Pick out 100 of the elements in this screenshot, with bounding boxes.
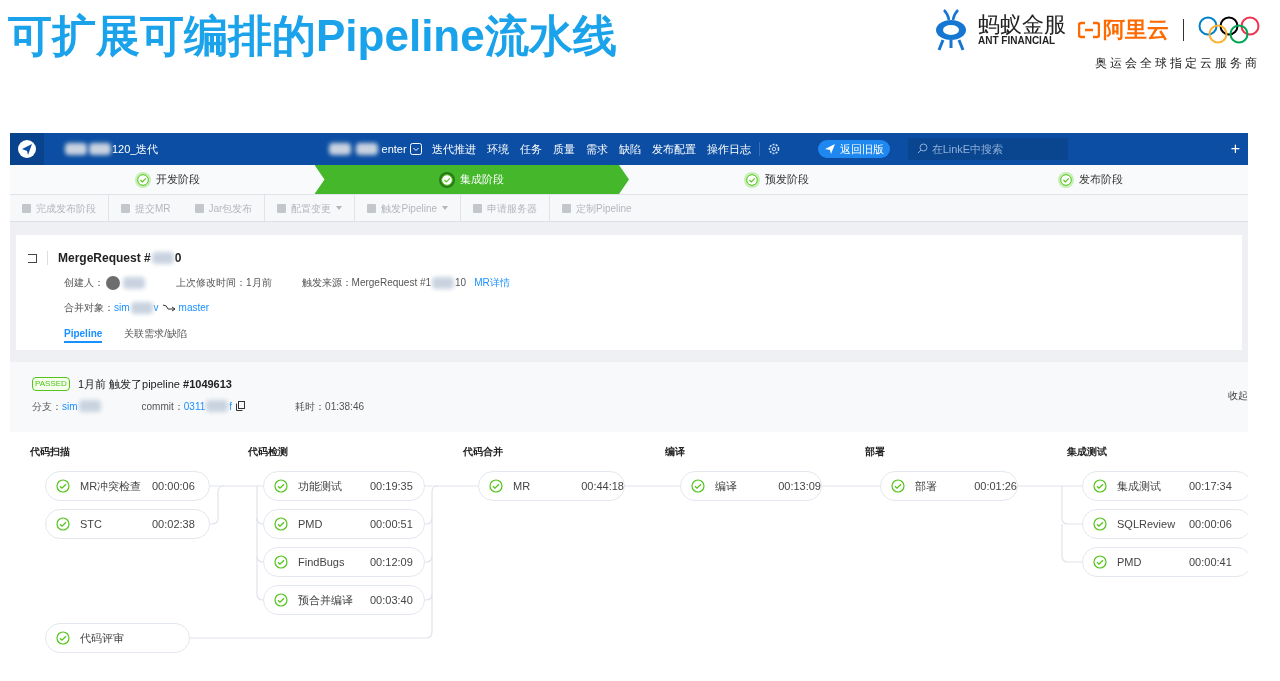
search-icon bbox=[916, 143, 928, 154]
settings-icon[interactable] bbox=[767, 143, 780, 155]
redaction-patch bbox=[355, 143, 378, 155]
nav-link[interactable]: 需求 bbox=[585, 140, 608, 158]
redaction-patch bbox=[206, 400, 229, 412]
job-name: FindBugs bbox=[298, 554, 346, 570]
redaction-patch bbox=[65, 143, 87, 155]
toolbar-icon bbox=[473, 203, 483, 213]
project-name[interactable]: 120_迭代 bbox=[112, 140, 159, 158]
nav-link[interactable]: 操作日志 bbox=[706, 140, 751, 158]
job-node[interactable]: STC 00:02:38 bbox=[45, 509, 210, 539]
job-duration: 00:02:38 bbox=[152, 516, 195, 532]
slide-title: 可扩展可编排的Pipeline流水线 bbox=[8, 10, 617, 62]
brand-name: 蚂蚁金服 bbox=[978, 14, 1066, 36]
brand-subtitle: ANT FINANCIAL bbox=[978, 36, 1056, 46]
job-node[interactable]: 预合并编译 00:03:40 bbox=[263, 585, 425, 615]
toolbar-icon bbox=[194, 203, 204, 213]
stage-title: 代码检测 bbox=[248, 445, 288, 459]
job-node[interactable]: MR 00:44:18 bbox=[478, 471, 625, 501]
redaction-patch bbox=[89, 143, 111, 155]
job-duration: 00:03:40 bbox=[370, 592, 413, 608]
run-summary: 1月前 触发了pipeline #1049613 bbox=[77, 377, 232, 392]
back-icon[interactable] bbox=[28, 253, 37, 263]
job-duration: 00:00:51 bbox=[370, 516, 413, 532]
job-duration: 00:01:26 bbox=[974, 478, 1017, 494]
job-node[interactable]: SQLReview 00:00:06 bbox=[1082, 509, 1248, 539]
job-name: PMD bbox=[1117, 554, 1143, 570]
job-duration: 00:13:09 bbox=[778, 478, 821, 494]
job-name: PMD bbox=[298, 516, 324, 532]
stage-title: 代码扫描 bbox=[30, 445, 70, 459]
collapse-link[interactable]: 收起 bbox=[1228, 388, 1248, 403]
nav-link[interactable]: 任务 bbox=[519, 140, 542, 158]
field-label: 上次修改时间： bbox=[176, 276, 246, 290]
job-name: STC bbox=[80, 516, 103, 532]
toolbar-icon bbox=[367, 203, 377, 213]
stage-title: 集成测试 bbox=[1067, 445, 1107, 459]
job-node[interactable]: 集成测试 00:17:34 bbox=[1082, 471, 1248, 501]
connector-line bbox=[1061, 523, 1083, 563]
job-name: 功能测试 bbox=[298, 478, 343, 494]
field-label: 触发来源： bbox=[301, 276, 352, 290]
job-node[interactable]: 部署 00:01:26 bbox=[880, 471, 1018, 501]
nav-link[interactable]: 质量 bbox=[552, 140, 575, 158]
job-duration: 00:19:35 bbox=[370, 478, 413, 494]
dropdown-icon[interactable] bbox=[409, 143, 422, 155]
add-button[interactable]: + bbox=[1230, 137, 1240, 161]
field-label: 分支： bbox=[32, 399, 62, 414]
nav-link[interactable]: 迭代推进 bbox=[431, 140, 476, 158]
field-label: 耗时： bbox=[295, 399, 326, 414]
job-duration: 00:00:06 bbox=[152, 478, 195, 494]
app-selector[interactable]: enter bbox=[381, 140, 407, 158]
nav-link[interactable]: 缺陷 bbox=[618, 140, 641, 158]
merge-arrow-icon bbox=[161, 302, 176, 313]
check-icon bbox=[136, 173, 149, 186]
field-label: 合并对象： bbox=[64, 301, 114, 315]
job-duration: 00:17:34 bbox=[1189, 478, 1232, 494]
job-name: 预合并编译 bbox=[298, 592, 354, 608]
bracket-logo-icon bbox=[1078, 21, 1100, 39]
search-field[interactable]: 在LinkE中搜索 bbox=[907, 138, 1068, 160]
field-value: MergeRequest #1 bbox=[351, 276, 432, 290]
field-label: 创建人： bbox=[64, 276, 104, 290]
job-duration: 00:12:09 bbox=[370, 554, 413, 570]
toolbar-icon bbox=[562, 203, 572, 213]
tagline: 奥运会全球指定云服务商 bbox=[1095, 55, 1260, 72]
job-node[interactable]: 代码评审 bbox=[45, 623, 190, 653]
job-node[interactable]: PMD 00:00:41 bbox=[1082, 547, 1248, 577]
mr-title: MergeRequest # bbox=[58, 250, 151, 267]
nav-link[interactable]: 发布配置 bbox=[651, 140, 696, 158]
job-name: MR bbox=[513, 478, 532, 494]
redaction-patch bbox=[328, 143, 351, 155]
job-name: 部署 bbox=[915, 478, 938, 494]
job-name: SQLReview bbox=[1117, 516, 1177, 532]
app-logo-icon[interactable] bbox=[17, 139, 37, 159]
toolbar-icon bbox=[277, 203, 287, 213]
job-node[interactable]: FindBugs 00:12:09 bbox=[263, 547, 425, 577]
mr-title: 0 bbox=[174, 250, 182, 267]
redaction-patch bbox=[78, 400, 101, 412]
caret-icon bbox=[442, 206, 449, 210]
back-to-old-button[interactable]: 返回旧版 bbox=[817, 140, 890, 158]
job-name: MR冲突检查 bbox=[80, 478, 142, 494]
check-icon bbox=[1060, 173, 1073, 186]
phase-step[interactable]: 发布阶段 bbox=[933, 165, 1248, 194]
check-icon bbox=[745, 173, 758, 186]
job-duration: 00:00:41 bbox=[1189, 554, 1232, 570]
field-value: 1月前 bbox=[246, 276, 272, 290]
redaction-patch bbox=[151, 252, 174, 264]
job-node[interactable]: 功能测试 00:19:35 bbox=[263, 471, 425, 501]
nav-link[interactable]: 环境 bbox=[486, 140, 509, 158]
avatar bbox=[106, 275, 120, 290]
job-duration: 00:00:06 bbox=[1189, 516, 1232, 532]
job-name: 编译 bbox=[715, 478, 738, 494]
stage-title: 编译 bbox=[665, 445, 685, 459]
stage-title: 代码合并 bbox=[463, 445, 503, 459]
job-node[interactable]: MR冲突检查 00:00:06 bbox=[45, 471, 210, 501]
status-badge: PASSED bbox=[32, 377, 70, 392]
job-node[interactable]: PMD 00:00:51 bbox=[263, 509, 425, 539]
job-name: 代码评审 bbox=[80, 630, 125, 646]
copy-icon[interactable] bbox=[236, 401, 246, 411]
tab[interactable]: 关联需求/缺陷 bbox=[124, 325, 188, 343]
job-node[interactable]: 编译 00:13:09 bbox=[680, 471, 822, 501]
field-value: 01:38:46 bbox=[325, 399, 365, 414]
